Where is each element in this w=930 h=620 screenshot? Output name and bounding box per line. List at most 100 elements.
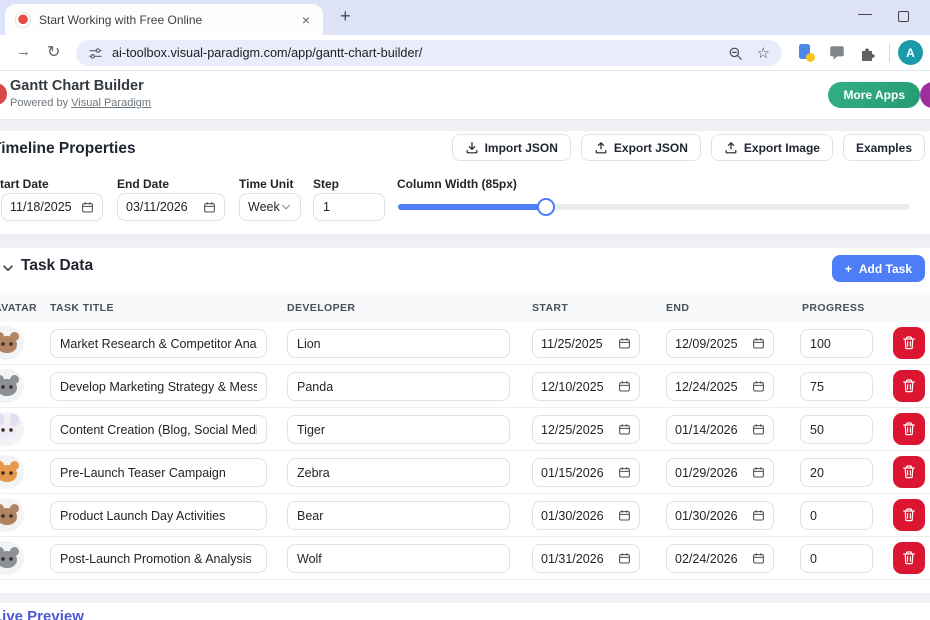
export-image-button[interactable]: Export Image	[711, 134, 833, 161]
section-title-timeline: Timeline Properties	[0, 140, 136, 158]
collapse-chevron-icon[interactable]	[1, 261, 15, 275]
calendar-icon[interactable]	[618, 423, 631, 436]
col-progress: PROGRESS	[802, 302, 865, 314]
progress-input[interactable]	[800, 544, 873, 573]
col-developer: DEVELOPER	[287, 302, 355, 314]
calendar-icon[interactable]	[752, 337, 765, 350]
task-end-date-input[interactable]: 12/09/2025	[666, 329, 774, 358]
calendar-icon[interactable]	[81, 201, 94, 214]
task-start-date-input[interactable]: 01/15/2026	[532, 458, 640, 487]
chevron-down-icon	[280, 201, 292, 213]
calendar-icon[interactable]	[618, 509, 631, 522]
table-row: 12/25/2025 01/14/2026	[0, 408, 930, 451]
trash-icon	[901, 464, 917, 480]
calendar-icon[interactable]	[618, 337, 631, 350]
calendar-icon[interactable]	[618, 552, 631, 565]
task-start-date-input[interactable]: 12/10/2025	[532, 372, 640, 401]
task-title-input[interactable]	[50, 415, 267, 444]
progress-input[interactable]	[800, 415, 873, 444]
column-width-slider[interactable]	[398, 196, 910, 218]
calendar-icon[interactable]	[752, 423, 765, 436]
calendar-icon[interactable]	[618, 380, 631, 393]
start-date-input[interactable]: 11/18/2025	[1, 193, 103, 221]
delete-task-button[interactable]	[893, 542, 925, 574]
new-tab-button[interactable]: +	[340, 5, 351, 27]
task-title-input[interactable]	[50, 501, 267, 530]
site-settings-icon[interactable]	[88, 46, 103, 61]
task-title-input[interactable]	[50, 329, 267, 358]
bear-avatar	[0, 498, 24, 532]
developer-input[interactable]	[287, 372, 510, 401]
task-end-date-input[interactable]: 01/30/2026	[666, 501, 774, 530]
delete-task-button[interactable]	[893, 370, 925, 402]
browser-tab[interactable]: Start Working with Free Online ×	[5, 4, 323, 35]
calendar-icon[interactable]	[752, 380, 765, 393]
task-end-date-input[interactable]: 12/24/2025	[666, 372, 774, 401]
vp-logo	[0, 83, 7, 105]
tab-title: Start Working with Free Online	[39, 13, 291, 27]
delete-task-button[interactable]	[893, 413, 925, 445]
delete-task-button[interactable]	[893, 456, 925, 488]
browser-tab-strip: Start Working with Free Online × + —	[0, 0, 930, 35]
step-input[interactable]	[313, 193, 385, 221]
section-title-task-data: Task Data	[21, 257, 93, 275]
more-apps-button[interactable]: More Apps	[828, 82, 920, 108]
end-date-input[interactable]: 03/11/2026	[117, 193, 225, 221]
bear-avatar	[0, 326, 24, 360]
progress-input[interactable]	[800, 372, 873, 401]
slider-thumb[interactable]	[537, 198, 555, 216]
add-task-button[interactable]: + Add Task	[832, 255, 925, 282]
delete-task-button[interactable]	[893, 327, 925, 359]
task-title-input[interactable]	[50, 458, 267, 487]
import-json-button[interactable]: Import JSON	[452, 134, 571, 161]
app-header: Gantt Chart Builder Powered by Visual Pa…	[0, 71, 930, 120]
minimize-icon[interactable]: —	[858, 5, 872, 21]
url-text[interactable]: ai-toolbox.visual-paradigm.com/app/gantt…	[112, 46, 719, 60]
tiger-avatar	[0, 455, 24, 489]
extension-icon-gray[interactable]	[828, 44, 846, 62]
maximize-icon[interactable]	[898, 11, 909, 22]
developer-input[interactable]	[287, 501, 510, 530]
calendar-icon[interactable]	[752, 466, 765, 479]
developer-input[interactable]	[287, 544, 510, 573]
task-end-date-input[interactable]: 01/14/2026	[666, 415, 774, 444]
extensions-puzzle-icon[interactable]	[858, 44, 876, 62]
tab-close-icon[interactable]: ×	[299, 12, 313, 28]
col-start: START	[532, 302, 568, 314]
developer-input[interactable]	[287, 458, 510, 487]
extension-icon-blue[interactable]	[797, 44, 815, 62]
visual-paradigm-link[interactable]: Visual Paradigm	[71, 97, 151, 109]
visual-paradigm-favicon	[15, 12, 31, 28]
progress-input[interactable]	[800, 501, 873, 530]
address-bar[interactable]: ai-toolbox.visual-paradigm.com/app/gantt…	[76, 40, 782, 66]
task-start-date-input[interactable]: 12/25/2025	[532, 415, 640, 444]
task-title-input[interactable]	[50, 372, 267, 401]
timeline-actions: Import JSON Export JSON Export Image Exa…	[452, 134, 925, 161]
examples-button[interactable]: Examples	[843, 134, 925, 161]
task-title-input[interactable]	[50, 544, 267, 573]
bookmark-star-icon[interactable]: ☆	[757, 46, 770, 61]
profile-avatar[interactable]: A	[898, 40, 923, 65]
user-badge[interactable]	[920, 82, 930, 108]
time-unit-select[interactable]: Week	[239, 193, 301, 221]
calendar-icon[interactable]	[618, 466, 631, 479]
zoom-out-icon[interactable]	[728, 46, 743, 61]
task-start-date-input[interactable]: 11/25/2025	[532, 329, 640, 358]
task-start-date-input[interactable]: 01/31/2026	[532, 544, 640, 573]
progress-input[interactable]	[800, 458, 873, 487]
trash-icon	[901, 421, 917, 437]
calendar-icon[interactable]	[203, 201, 216, 214]
task-end-date-input[interactable]: 01/29/2026	[666, 458, 774, 487]
task-start-date-input[interactable]: 01/30/2026	[532, 501, 640, 530]
calendar-icon[interactable]	[752, 509, 765, 522]
developer-input[interactable]	[287, 415, 510, 444]
trash-icon	[901, 507, 917, 523]
developer-input[interactable]	[287, 329, 510, 358]
task-end-date-input[interactable]: 02/24/2026	[666, 544, 774, 573]
progress-input[interactable]	[800, 329, 873, 358]
forward-icon[interactable]: →	[16, 43, 31, 60]
reload-icon[interactable]: ↻	[47, 42, 60, 62]
export-json-button[interactable]: Export JSON	[581, 134, 701, 161]
calendar-icon[interactable]	[752, 552, 765, 565]
delete-task-button[interactable]	[893, 499, 925, 531]
